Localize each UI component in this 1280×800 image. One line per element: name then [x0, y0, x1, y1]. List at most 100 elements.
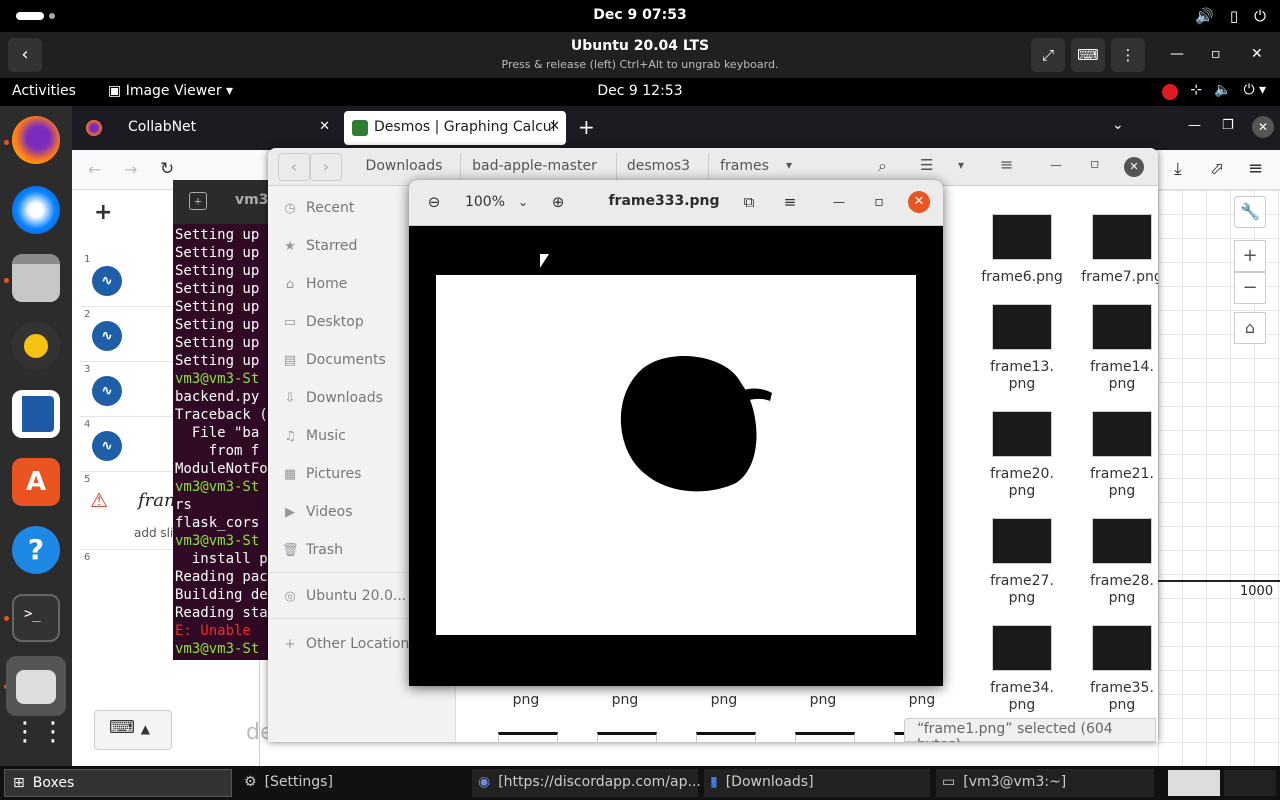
show-apps-icon[interactable]: ⋮⋮⋮ [12, 708, 94, 756]
volume-icon[interactable]: 🔊 [1195, 7, 1214, 25]
file-name[interactable]: frame35. png [1072, 680, 1158, 714]
taskbar-item-boxes[interactable]: ⊞ Boxes [4, 769, 232, 797]
firefox-icon[interactable] [12, 116, 60, 164]
sidebar-item-trash[interactable]: 🗑 Trash [282, 542, 343, 558]
file-name[interactable]: frame7.png [1072, 269, 1158, 286]
tab-collabnet[interactable]: CollabNet ✕ [80, 111, 336, 145]
image-viewer-icon[interactable] [6, 656, 66, 716]
sidebar-item-recent[interactable]: ◷ Recent [282, 200, 354, 216]
breadcrumb-desmos3[interactable]: desmos3 [616, 153, 700, 181]
keyboard-button[interactable]: ⌨ [1071, 38, 1105, 72]
libreoffice-writer-icon[interactable] [12, 390, 60, 438]
close-tab-icon[interactable]: ✕ [319, 119, 330, 134]
file-name-line[interactable]: png [674, 692, 774, 709]
file-name[interactable]: frame28. png [1072, 573, 1158, 607]
sidebar-item-music[interactable]: ♫ Music [282, 428, 346, 444]
maximize-button[interactable]: ▫ [1211, 46, 1221, 62]
maximize-button[interactable]: ▫ [1090, 156, 1100, 172]
image-canvas[interactable] [436, 275, 916, 635]
file-thumbnail[interactable] [1092, 214, 1152, 260]
sidebar-item-documents[interactable]: ▤ Documents [282, 352, 386, 368]
software-center-icon[interactable]: A [12, 458, 60, 506]
gallery-button[interactable]: ⧉ [734, 188, 764, 216]
breadcrumb-dropdown-icon[interactable]: ▾ [786, 158, 792, 172]
rhythmbox-icon[interactable] [12, 322, 60, 370]
zoom-out-button[interactable]: ⊖ [419, 188, 449, 216]
zoom-in-button[interactable]: + [1234, 240, 1266, 272]
file-thumbnail[interactable] [1092, 304, 1152, 350]
guest-clock[interactable]: Dec 9 12:53 [0, 83, 1280, 99]
file-thumbnail[interactable] [992, 625, 1052, 671]
sidebar-item-ubuntu-20-0[interactable]: ◎ Ubuntu 20.0... [282, 588, 406, 604]
search-icon[interactable]: ⌕ [878, 156, 887, 176]
file-name[interactable]: frame14. png [1072, 359, 1158, 393]
tab-desmos[interactable]: Desmos | Graphing Calcul ✕ [344, 111, 566, 145]
downloads-icon[interactable]: ⤓ [1174, 159, 1182, 179]
sidebar-item-videos[interactable]: ▶ Videos [282, 504, 353, 520]
add-expression-button[interactable]: + [94, 200, 112, 225]
hamburger-menu-icon[interactable]: ≡ [1248, 158, 1263, 179]
file-thumbnail[interactable] [498, 732, 558, 742]
close-button[interactable]: ✕ [1252, 116, 1274, 138]
back-icon[interactable]: ← [88, 160, 101, 179]
graph-settings-button[interactable]: 🔧 [1234, 196, 1266, 228]
forward-icon[interactable]: → [124, 160, 137, 179]
zoom-out-button[interactable]: − [1234, 272, 1266, 304]
sidebar-item-other-locations[interactable]: + Other Locations [282, 636, 417, 652]
view-options-icon[interactable]: ▾ [958, 158, 964, 172]
close-button[interactable]: ✕ [1124, 157, 1144, 177]
files-icon[interactable] [12, 254, 60, 302]
maximize-button[interactable]: ▫ [867, 188, 891, 216]
sidebar-item-starred[interactable]: ★ Starred [282, 238, 357, 254]
forward-nav-button[interactable]: › [310, 153, 342, 181]
keyboard-toggle[interactable]: ⌨ ▲ [94, 710, 172, 750]
file-thumbnail[interactable] [992, 304, 1052, 350]
taskbar-item-downloads[interactable]: ▮ [Downloads] [704, 769, 930, 797]
extensions-icon[interactable]: ⬀ [1210, 159, 1224, 179]
warning-icon[interactable]: ⚠ [90, 488, 108, 512]
home-view-button[interactable]: ⌂ [1234, 312, 1266, 344]
desmos-graph-area[interactable]: 🔧 + − ⌂ 1000 [1158, 190, 1280, 766]
battery-icon[interactable]: ▯ [1230, 7, 1238, 25]
file-name-line[interactable]: png [872, 692, 972, 709]
new-tab-button[interactable]: + [578, 115, 595, 139]
wave-icon[interactable]: ∿ [92, 266, 122, 296]
file-name-line[interactable]: png [773, 692, 873, 709]
zoom-in-button[interactable]: ⊕ [543, 188, 573, 216]
guest-system-tray[interactable]: ⊹ 🔈 ⏻ ▾ [1162, 82, 1266, 100]
fullscreen-button[interactable]: ⤢ [1031, 38, 1065, 72]
help-icon[interactable]: ? [12, 526, 60, 574]
file-name-line[interactable]: png [476, 692, 576, 709]
file-thumbnail[interactable] [696, 732, 756, 742]
minimize-button[interactable]: — [1188, 118, 1201, 133]
file-name[interactable]: frame13. png [972, 359, 1072, 393]
file-thumbnail[interactable] [1092, 518, 1152, 564]
zoom-dropdown-icon[interactable]: ⌄ [515, 188, 531, 216]
taskbar-item-settings[interactable]: ⚙ [Settings] [240, 769, 460, 797]
file-name[interactable]: frame20. png [972, 466, 1072, 500]
file-name[interactable]: frame27. png [972, 573, 1072, 607]
minimize-button[interactable]: — [1050, 158, 1062, 172]
wave-icon[interactable]: ∿ [92, 431, 122, 461]
thunderbird-icon[interactable] [12, 186, 60, 234]
close-tab-icon[interactable]: ✕ [549, 119, 560, 134]
sidebar-item-home[interactable]: ⌂ Home [282, 276, 347, 292]
file-name-line[interactable]: png [575, 692, 675, 709]
host-system-tray[interactable]: 🔊 ▯ ⏻ [1195, 7, 1266, 25]
file-name[interactable]: frame34. png [972, 680, 1072, 714]
restore-button[interactable]: ❐ [1222, 118, 1234, 133]
menu-icon[interactable]: ≡ [1000, 155, 1013, 174]
sidebar-item-desktop[interactable]: ▭ Desktop [282, 314, 364, 330]
menu-button[interactable]: ≡ [775, 188, 805, 216]
file-name[interactable]: frame6.png [972, 269, 1072, 286]
workspace-2[interactable] [1224, 770, 1276, 796]
file-thumbnail[interactable] [992, 518, 1052, 564]
close-button[interactable]: ✕ [1251, 46, 1263, 62]
file-thumbnail[interactable] [597, 732, 657, 742]
close-button[interactable]: ✕ [908, 191, 930, 213]
file-thumbnail[interactable] [992, 411, 1052, 457]
reload-icon[interactable]: ↻ [160, 159, 174, 179]
wave-icon[interactable]: ∿ [92, 376, 122, 406]
breadcrumb-bad-apple-master[interactable]: bad-apple-master [460, 153, 608, 181]
file-name[interactable]: frame21. png [1072, 466, 1158, 500]
